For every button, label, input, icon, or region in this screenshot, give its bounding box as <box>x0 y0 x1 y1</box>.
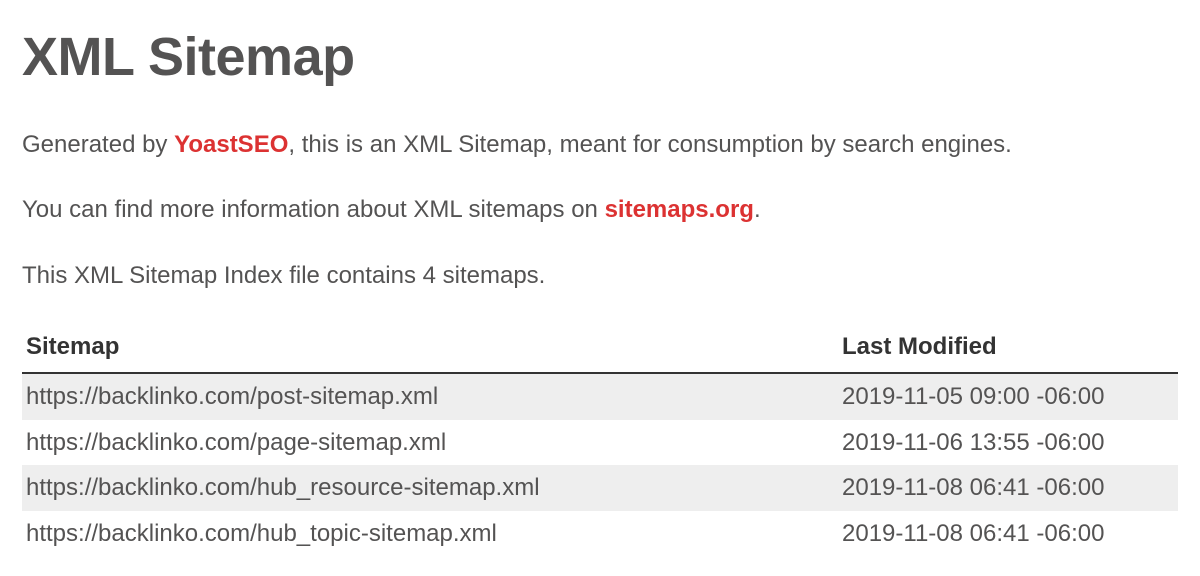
yoastseo-link[interactable]: YoastSEO <box>174 131 288 158</box>
intro-text: You can find more information about XML … <box>22 196 605 223</box>
sitemaps-org-link[interactable]: sitemaps.org <box>605 196 754 223</box>
intro-line-1: Generated by YoastSEO, this is an XML Si… <box>22 128 1178 162</box>
intro-text: . <box>754 196 761 223</box>
intro-text: Generated by <box>22 131 174 158</box>
table-row: https://backlinko.com/page-sitemap.xml 2… <box>22 420 1178 466</box>
sitemap-link[interactable]: https://backlinko.com/post-sitemap.xml <box>26 383 438 410</box>
page-title: XML Sitemap <box>22 20 1178 96</box>
sitemap-link[interactable]: https://backlinko.com/page-sitemap.xml <box>26 429 446 456</box>
sitemap-url-cell: https://backlinko.com/page-sitemap.xml <box>22 420 838 466</box>
last-modified-cell: 2019-11-08 06:41 -06:00 <box>838 465 1178 511</box>
intro-block: Generated by YoastSEO, this is an XML Si… <box>22 128 1178 293</box>
intro-line-2: You can find more information about XML … <box>22 193 1178 227</box>
last-modified-cell: 2019-11-05 09:00 -06:00 <box>838 373 1178 420</box>
sitemap-url-cell: https://backlinko.com/hub_resource-sitem… <box>22 465 838 511</box>
sitemap-url-cell: https://backlinko.com/hub_topic-sitemap.… <box>22 511 838 557</box>
table-row: https://backlinko.com/post-sitemap.xml 2… <box>22 373 1178 420</box>
last-modified-cell: 2019-11-06 13:55 -06:00 <box>838 420 1178 466</box>
intro-line-3: This XML Sitemap Index file contains 4 s… <box>22 259 1178 293</box>
column-header-sitemap: Sitemap <box>22 324 838 373</box>
intro-text: , this is an XML Sitemap, meant for cons… <box>288 131 1011 158</box>
last-modified-cell: 2019-11-08 06:41 -06:00 <box>838 511 1178 557</box>
sitemap-table: Sitemap Last Modified https://backlinko.… <box>22 324 1178 556</box>
sitemap-url-cell: https://backlinko.com/post-sitemap.xml <box>22 373 838 420</box>
table-row: https://backlinko.com/hub_topic-sitemap.… <box>22 511 1178 557</box>
column-header-modified: Last Modified <box>838 324 1178 373</box>
table-header-row: Sitemap Last Modified <box>22 324 1178 373</box>
sitemap-link[interactable]: https://backlinko.com/hub_topic-sitemap.… <box>26 520 497 547</box>
table-row: https://backlinko.com/hub_resource-sitem… <box>22 465 1178 511</box>
sitemap-link[interactable]: https://backlinko.com/hub_resource-sitem… <box>26 474 540 501</box>
